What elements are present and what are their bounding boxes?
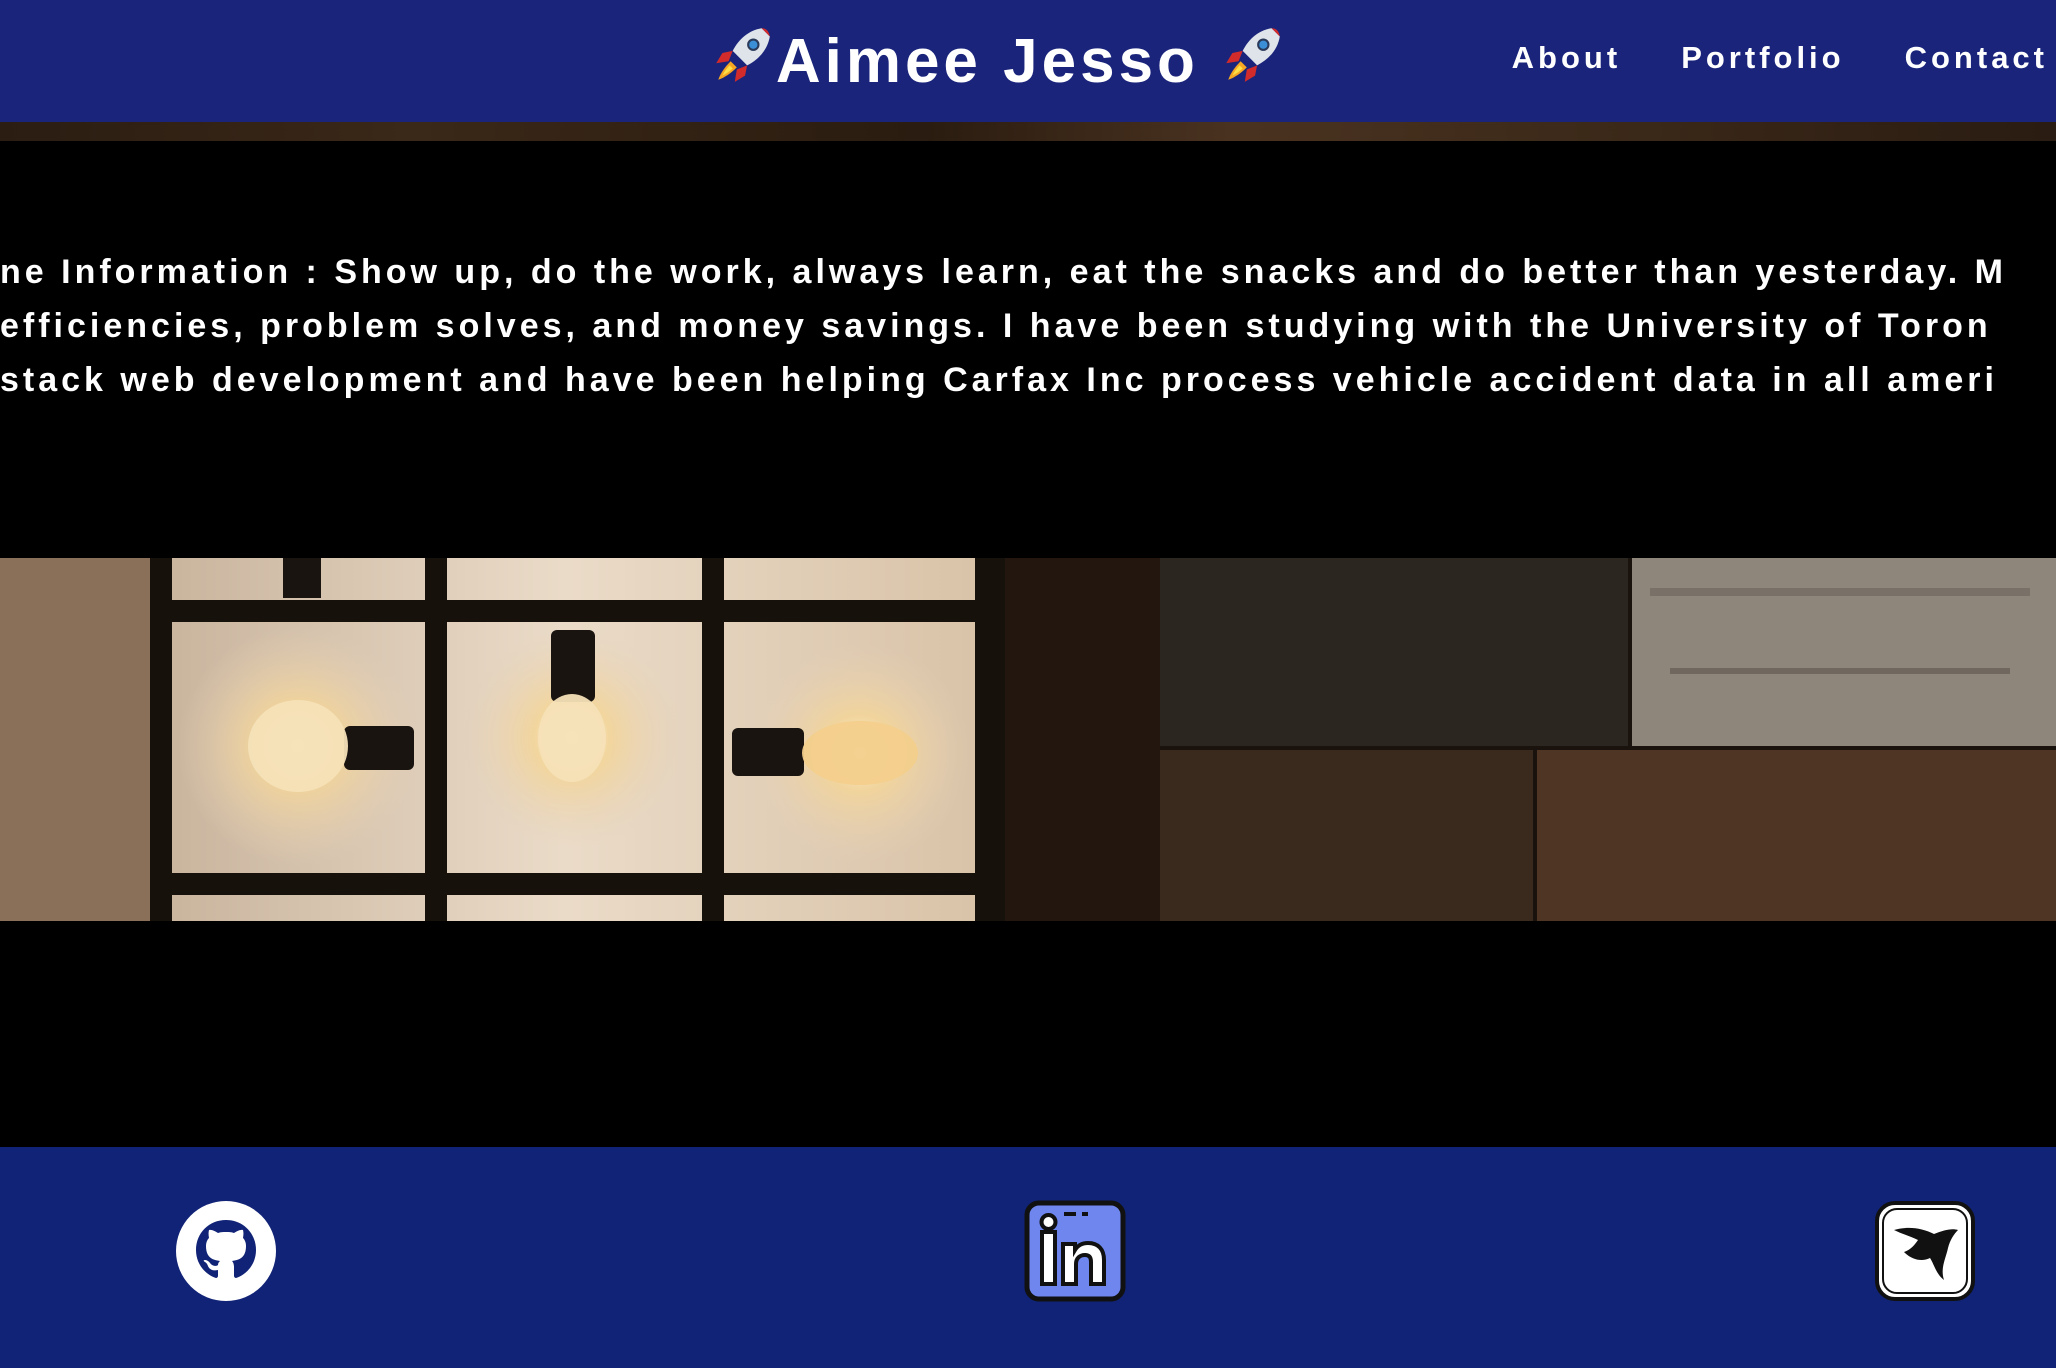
- about-line: stack web development and have been help…: [0, 361, 1998, 399]
- github-link[interactable]: [175, 1200, 277, 1302]
- lightbulb-banner-image: [0, 558, 2056, 921]
- about-section: ne Information : Show up, do the work, a…: [0, 141, 2056, 558]
- linkedin-icon: [1024, 1200, 1126, 1302]
- header-background-strip: [0, 122, 2056, 141]
- stingray-link[interactable]: [1874, 1200, 1976, 1302]
- rocket-icon: [716, 28, 770, 82]
- github-icon: [176, 1201, 276, 1301]
- main-nav: About Portfolio Contact: [1452, 38, 2048, 78]
- about-line: efficiencies, problem solves, and money …: [0, 307, 1992, 345]
- rocket-icon: [1226, 28, 1280, 82]
- site-header: Aimee Jesso About Portfolio Contact: [0, 0, 2056, 122]
- about-text: ne Information : Show up, do the work, a…: [0, 245, 2056, 407]
- linkedin-link[interactable]: [1024, 1200, 1126, 1302]
- about-line: ne Information : Show up, do the work, a…: [0, 253, 2007, 291]
- section-spacer: [0, 921, 2056, 1147]
- nav-link-portfolio[interactable]: Portfolio: [1681, 38, 1844, 78]
- nav-link-about[interactable]: About: [1512, 38, 1622, 78]
- nav-link-contact[interactable]: Contact: [1905, 38, 2048, 78]
- brand-name: Aimee Jesso: [775, 27, 1199, 96]
- site-footer: [0, 1147, 2056, 1368]
- stingray-icon: [1875, 1201, 1975, 1301]
